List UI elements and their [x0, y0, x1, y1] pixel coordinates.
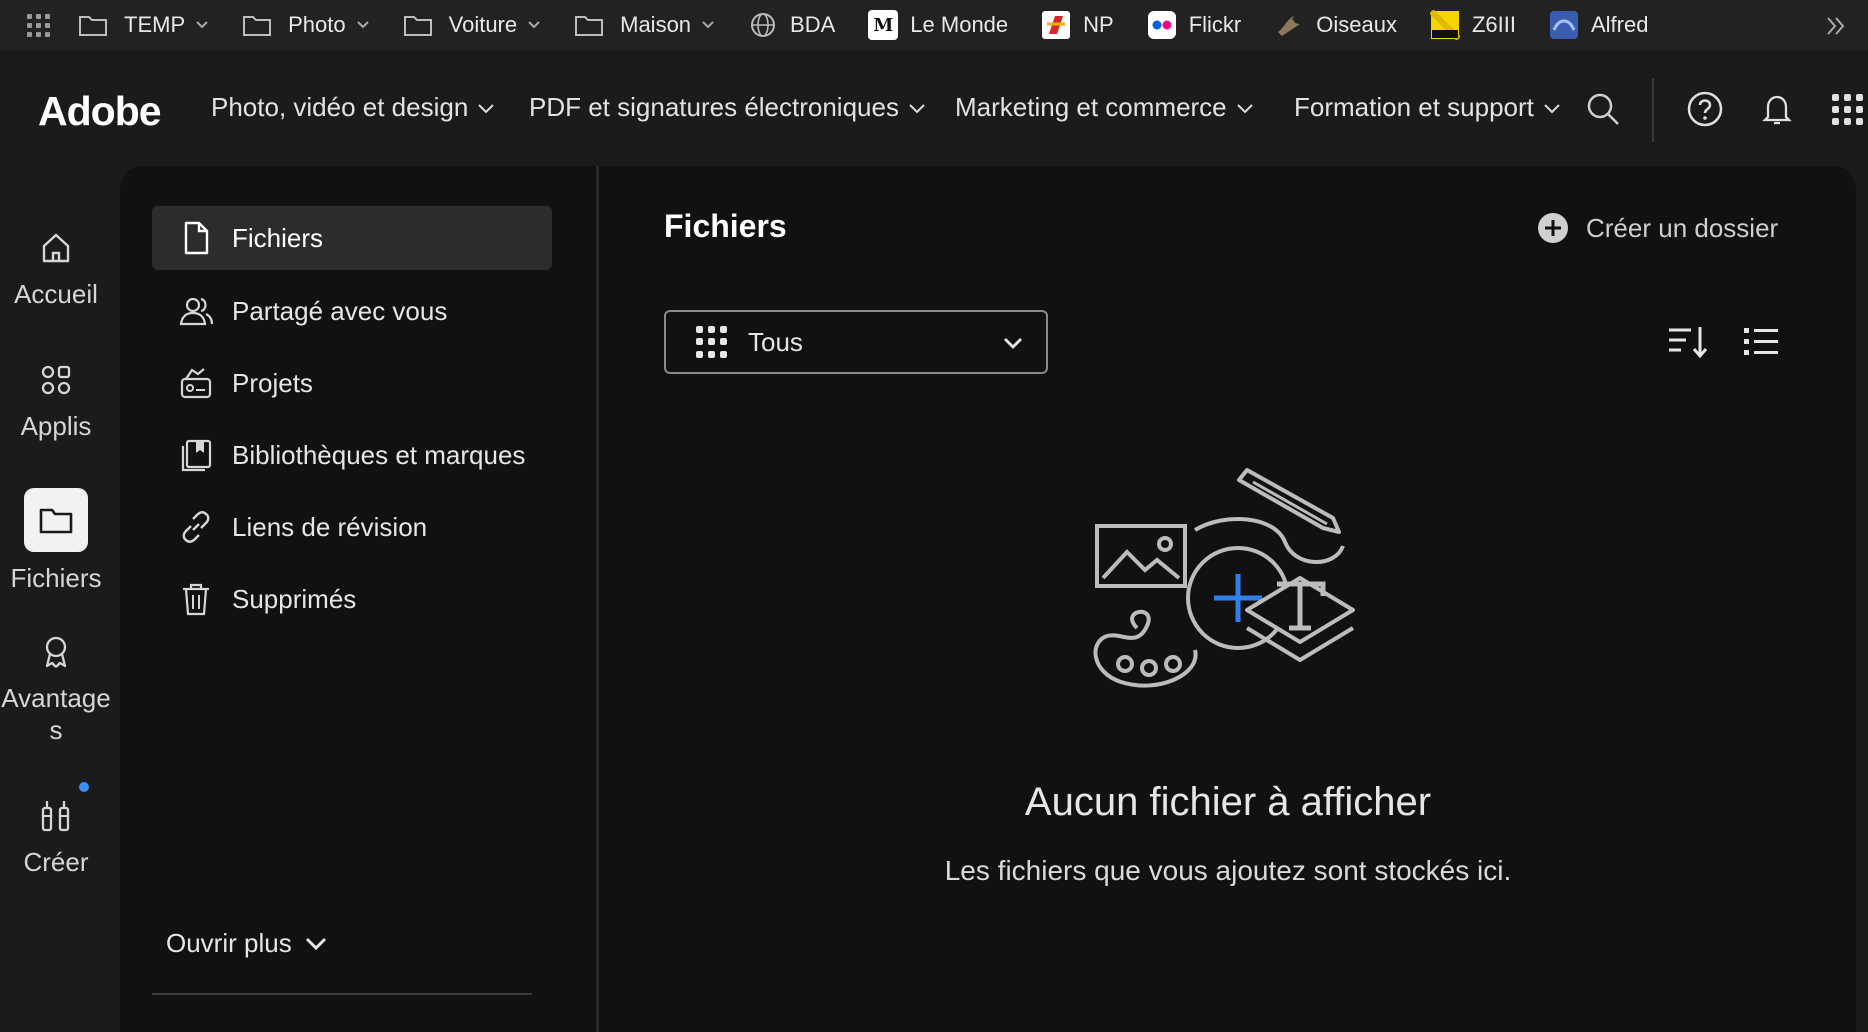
link-icon	[182, 511, 210, 543]
np-icon	[1042, 11, 1071, 39]
create-folder-button[interactable]: Créer un dossier	[1536, 211, 1778, 245]
help-icon[interactable]	[1686, 90, 1724, 128]
search-icon[interactable]	[1584, 90, 1622, 128]
rail-item-applis[interactable]: Applis	[0, 360, 112, 442]
alfred-icon	[1550, 11, 1578, 39]
adobe-logo[interactable]: Adobe	[38, 88, 162, 135]
bookmark-voiture[interactable]: Voiture	[403, 5, 542, 45]
sidenav-item-fichiers[interactable]: Fichiers	[152, 206, 552, 270]
page-title: Fichiers	[664, 208, 787, 244]
bookmark-photo[interactable]: Photo	[242, 5, 370, 45]
file-icon	[184, 221, 209, 255]
bell-icon[interactable]	[1758, 90, 1796, 128]
folder-icon	[403, 16, 432, 36]
trash-icon	[183, 583, 209, 616]
bookmark-maison[interactable]: Maison	[574, 5, 715, 45]
folder-icon	[243, 16, 272, 36]
sidenav-item-supprimes[interactable]: Supprimés	[152, 567, 552, 631]
bookmark-temp[interactable]: TEMP	[78, 5, 209, 45]
award-icon	[45, 636, 67, 668]
bookmark-le-monde[interactable]: M Le Monde	[868, 5, 1008, 45]
sort-icon[interactable]	[1666, 322, 1710, 362]
open-more-button[interactable]: Ouvrir plus	[166, 928, 330, 959]
bookmark-z6iii[interactable]: Z6III	[1429, 5, 1516, 45]
rail-item-creer[interactable]: Créer	[0, 796, 112, 878]
header-divider	[1652, 78, 1654, 142]
bookmark-flickr[interactable]: Flickr	[1147, 5, 1241, 45]
users-icon	[179, 297, 214, 326]
chevron-down-icon	[702, 21, 714, 29]
left-rail: Accueil Applis Fichiers Avantages Créer	[0, 166, 112, 1032]
app-switcher-icon[interactable]	[1828, 90, 1866, 128]
create-icon	[41, 801, 70, 832]
projects-icon	[180, 368, 212, 399]
rail-item-accueil[interactable]: Accueil	[0, 228, 112, 310]
library-icon	[181, 439, 212, 472]
global-header: Adobe Photo, vidéo et design PDF et sign…	[0, 50, 1868, 166]
empty-state-subtitle: Les fichiers que vous ajoutez sont stock…	[944, 855, 1512, 886]
folder-icon	[79, 16, 107, 36]
home-icon	[42, 233, 70, 263]
chevron-down-icon	[478, 103, 495, 113]
rail-active-indicator	[24, 488, 88, 552]
sidenav-item-partage[interactable]: Partagé avec vous	[152, 279, 552, 343]
nav-marketing-commerce[interactable]: Marketing et commerce	[955, 92, 1255, 123]
globe-icon	[751, 13, 776, 37]
bird-icon	[1278, 16, 1301, 36]
chevron-down-icon	[305, 937, 326, 950]
nav-pdf-signatures[interactable]: PDF et signatures électroniques	[529, 92, 927, 123]
list-view-icon[interactable]	[1740, 322, 1784, 362]
nikon-icon	[1429, 10, 1460, 40]
nav-photo-video-design[interactable]: Photo, vidéo et design	[211, 92, 496, 123]
apps-icon	[41, 365, 71, 395]
folder-icon	[575, 16, 604, 36]
filter-dropdown[interactable]: Tous	[664, 310, 1048, 374]
bookmark-bda[interactable]: BDA	[748, 5, 835, 45]
folder-icon	[39, 508, 73, 534]
bookmark-np[interactable]: NP	[1041, 5, 1114, 45]
bookmark-oiseaux[interactable]: Oiseaux	[1274, 5, 1397, 45]
sidenav-item-projets[interactable]: Projets	[152, 351, 552, 415]
sidenav-divider	[152, 993, 532, 995]
bookmarks-bar: TEMP Photo Voiture Maison BDA M Le Monde…	[0, 0, 1868, 50]
apps-grid-icon[interactable]	[24, 11, 52, 39]
grid-icon	[696, 326, 728, 358]
sidenav-item-bibliotheques[interactable]: Bibliothèques et marques	[152, 423, 552, 487]
empty-state-title: Aucun fichier à afficher	[1024, 780, 1432, 824]
chevron-down-icon	[909, 103, 925, 113]
rail-item-fichiers[interactable]: Fichiers	[0, 488, 112, 594]
nav-formation-support[interactable]: Formation et support	[1294, 92, 1562, 123]
chevron-down-icon	[1004, 338, 1022, 349]
chevron-down-icon	[196, 21, 208, 29]
notification-dot	[79, 782, 89, 792]
more-bookmarks-icon[interactable]	[1822, 12, 1850, 40]
chevron-down-icon	[1544, 103, 1560, 113]
chevron-down-icon	[356, 21, 369, 29]
lemonde-icon: M	[868, 10, 899, 40]
chevron-down-icon	[1236, 103, 1253, 113]
rail-item-avantages[interactable]: Avantages	[0, 632, 112, 746]
sidenav-item-liens-revision[interactable]: Liens de révision	[152, 495, 552, 559]
panel-divider	[596, 166, 599, 1032]
empty-state-illustration	[1093, 468, 1355, 688]
plus-circle-icon	[1538, 213, 1568, 243]
flickr-icon	[1147, 11, 1176, 39]
filter-value: Tous	[748, 326, 803, 357]
bookmark-alfred[interactable]: Alfred	[1549, 5, 1648, 45]
chevron-down-icon	[528, 21, 540, 29]
